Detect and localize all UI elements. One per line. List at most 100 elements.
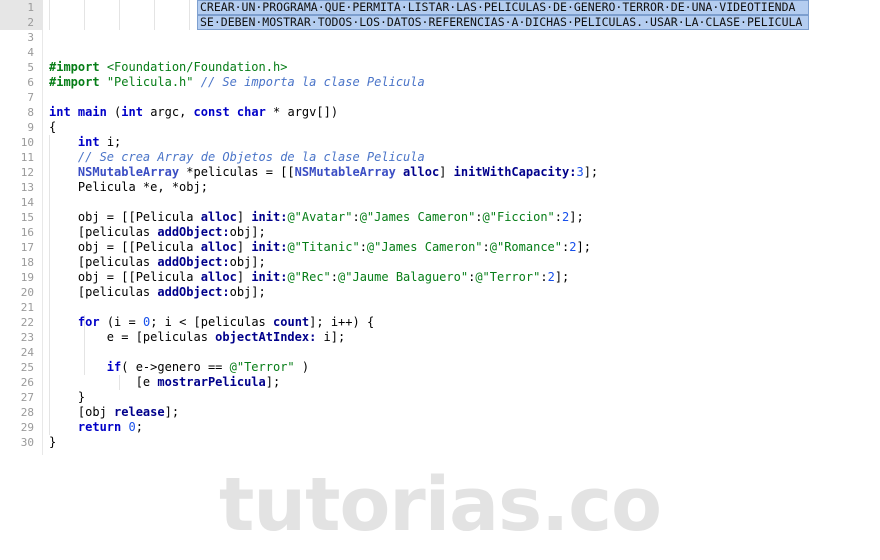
code-line-23[interactable]: e = [peliculas objectAtIndex: i]; bbox=[43, 330, 880, 345]
code-line-29[interactable]: return 0; bbox=[43, 420, 880, 435]
code-line-6[interactable]: #import "Pelicula.h" // Se importa la cl… bbox=[43, 75, 880, 90]
string-title: @"Titanic" bbox=[287, 240, 360, 254]
line-number: 11 bbox=[20, 151, 34, 164]
code-line-7[interactable] bbox=[43, 90, 880, 105]
code-content[interactable]: #import <Foundation/Foundation.h> #impor… bbox=[43, 0, 880, 455]
line-number: 7 bbox=[27, 91, 34, 104]
selected-text-line-1: CREAR·UN·PROGRAMA·QUE·PERMITA·LISTAR·LAS… bbox=[200, 0, 796, 14]
method-init: init: bbox=[251, 240, 288, 254]
code-line-13[interactable]: Pelicula *e, *obj; bbox=[43, 180, 880, 195]
line-number: 1 bbox=[27, 1, 34, 14]
comment-import: // Se importa la clase Pelicula bbox=[200, 75, 425, 89]
class-pelicula: Pelicula bbox=[135, 210, 194, 224]
line-number-column: 1 2 3 4 5 6 7 8 9 10 11 12 13 14 15 16 1… bbox=[0, 0, 34, 450]
method-objectatindex: objectAtIndex: bbox=[215, 330, 317, 344]
code-line-21[interactable] bbox=[43, 300, 880, 315]
code-editor[interactable]: 1 2 3 4 5 6 7 8 9 10 11 12 13 14 15 16 1… bbox=[0, 0, 880, 560]
string-genre: @"Romance" bbox=[489, 240, 562, 254]
number-literal: 2 bbox=[547, 270, 555, 284]
keyword-return: return bbox=[77, 420, 122, 434]
number-literal: 3 bbox=[576, 165, 584, 179]
line-number: 5 bbox=[27, 61, 34, 74]
line-number: 27 bbox=[20, 391, 34, 404]
keyword-if: if bbox=[106, 360, 122, 374]
keyword-int: int bbox=[49, 105, 71, 119]
line-number: 4 bbox=[27, 46, 34, 59]
line-number: 30 bbox=[20, 436, 34, 449]
code-line-30[interactable]: } bbox=[43, 435, 880, 450]
line-number: 23 bbox=[20, 331, 34, 344]
keyword-int: int bbox=[121, 105, 143, 119]
foundation-header: <Foundation/Foundation.h> bbox=[106, 60, 288, 74]
keyword-char: char bbox=[236, 105, 266, 119]
code-line-11[interactable]: // Se crea Array de Objetos de la clase … bbox=[43, 150, 880, 165]
keyword-for: for bbox=[77, 315, 100, 329]
line-number: 24 bbox=[20, 346, 34, 359]
line-number: 19 bbox=[20, 271, 34, 284]
line-number: 9 bbox=[27, 121, 34, 134]
line-number: 8 bbox=[27, 106, 34, 119]
code-line-17[interactable]: obj = [[Pelicula alloc] init:@"Titanic":… bbox=[43, 240, 880, 255]
method-init: init: bbox=[251, 270, 288, 284]
preprocessor-import: #import bbox=[49, 60, 100, 74]
keyword-const: const bbox=[193, 105, 230, 119]
code-line-12[interactable]: NSMutableArray *peliculas = [[NSMutableA… bbox=[43, 165, 880, 180]
code-line-4[interactable] bbox=[43, 45, 880, 60]
method-alloc: alloc bbox=[403, 165, 440, 179]
method-mostrarpelicula: mostrarPelicula bbox=[157, 375, 266, 389]
code-line-16[interactable]: [peliculas addObject:obj]; bbox=[43, 225, 880, 240]
class-pelicula: Pelicula bbox=[135, 270, 194, 284]
code-line-3[interactable] bbox=[43, 30, 880, 45]
code-line-27[interactable]: } bbox=[43, 390, 880, 405]
method-addobject: addObject: bbox=[157, 225, 230, 239]
code-line-15[interactable]: obj = [[Pelicula alloc] init:@"Avatar":@… bbox=[43, 210, 880, 225]
number-literal: 0 bbox=[128, 420, 136, 434]
string-director: @"James Cameron" bbox=[359, 210, 476, 224]
method-initwithcapacity: initWithCapacity: bbox=[453, 165, 577, 179]
code-line-18[interactable]: [peliculas addObject:obj]; bbox=[43, 255, 880, 270]
line-number: 21 bbox=[20, 301, 34, 314]
string-title: @"Rec" bbox=[287, 270, 331, 284]
line-number: 25 bbox=[20, 361, 34, 374]
preprocessor-import: #import bbox=[49, 75, 100, 89]
string-genre: @"Ficcion" bbox=[482, 210, 555, 224]
code-line-8[interactable]: int main (int argc, const char * argv[]) bbox=[43, 105, 880, 120]
method-init: init: bbox=[251, 210, 288, 224]
class-pelicula: Pelicula bbox=[135, 240, 194, 254]
code-line-10[interactable]: int i; bbox=[43, 135, 880, 150]
keyword-int: int bbox=[77, 135, 100, 149]
method-addobject: addObject: bbox=[157, 285, 230, 299]
line-number: 2 bbox=[27, 16, 34, 29]
line-number: 14 bbox=[20, 196, 34, 209]
line-number: 22 bbox=[20, 316, 34, 329]
method-release: release bbox=[114, 405, 165, 419]
line-number: 10 bbox=[20, 136, 34, 149]
comment-array: // Se crea Array de Objetos de la clase … bbox=[77, 150, 425, 164]
code-line-25[interactable]: if( e->genero == @"Terror" ) bbox=[43, 360, 880, 375]
method-alloc: alloc bbox=[200, 210, 237, 224]
string-director: @"James Cameron" bbox=[366, 240, 483, 254]
line-number: 12 bbox=[20, 166, 34, 179]
code-line-20[interactable]: [peliculas addObject:obj]; bbox=[43, 285, 880, 300]
class-nsmutablearray: NSMutableArray bbox=[294, 165, 396, 179]
string-director: @"Jaume Balaguero" bbox=[338, 270, 469, 284]
method-alloc: alloc bbox=[200, 270, 237, 284]
string-genre: @"Terror" bbox=[475, 270, 541, 284]
line-number: 26 bbox=[20, 376, 34, 389]
method-alloc: alloc bbox=[200, 240, 237, 254]
code-line-24[interactable] bbox=[43, 345, 880, 360]
code-line-14[interactable] bbox=[43, 195, 880, 210]
code-line-19[interactable]: obj = [[Pelicula alloc] init:@"Rec":@"Ja… bbox=[43, 270, 880, 285]
line-number: 13 bbox=[20, 181, 34, 194]
editor-gutter[interactable]: 1 2 3 4 5 6 7 8 9 10 11 12 13 14 15 16 1… bbox=[0, 0, 43, 455]
code-line-5[interactable]: #import <Foundation/Foundation.h> bbox=[43, 60, 880, 75]
code-text: { bbox=[49, 120, 57, 134]
class-nsmutablearray: NSMutableArray bbox=[77, 165, 180, 179]
code-line-28[interactable]: [obj release]; bbox=[43, 405, 880, 420]
code-line-9[interactable]: { bbox=[43, 120, 880, 135]
line-number: 6 bbox=[27, 76, 34, 89]
method-addobject: addObject: bbox=[157, 255, 230, 269]
code-line-22[interactable]: for (i = 0; i < [peliculas count]; i++) … bbox=[43, 315, 880, 330]
code-line-26[interactable]: [e mostrarPelicula]; bbox=[43, 375, 880, 390]
